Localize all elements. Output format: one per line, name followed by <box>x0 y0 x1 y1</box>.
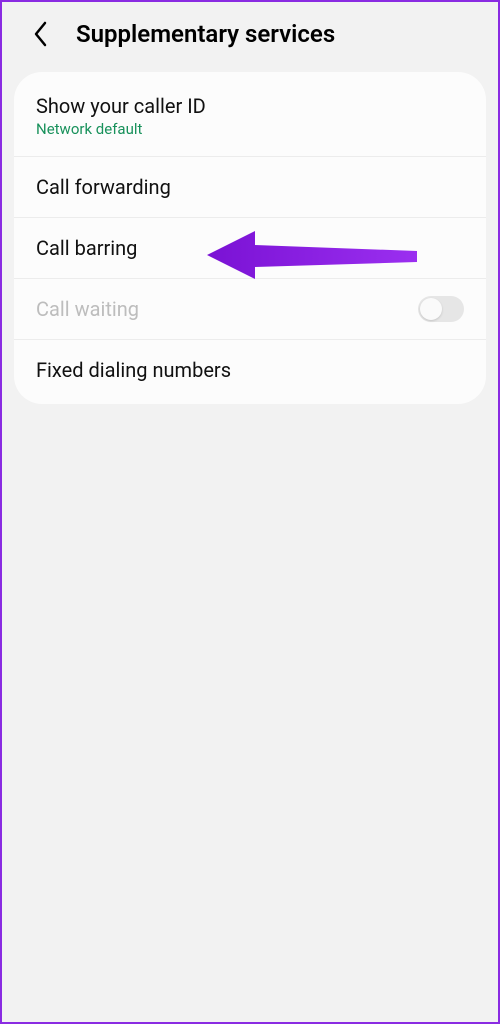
row-title: Call barring <box>36 236 464 260</box>
back-icon[interactable] <box>30 23 52 45</box>
row-call-forwarding[interactable]: Call forwarding <box>14 157 486 218</box>
row-fixed-dialing[interactable]: Fixed dialing numbers <box>14 340 486 400</box>
row-title: Call waiting <box>36 297 464 321</box>
toggle-knob <box>420 298 442 320</box>
row-call-barring[interactable]: Call barring <box>14 218 486 279</box>
row-call-waiting[interactable]: Call waiting <box>14 279 486 340</box>
header: Supplementary services <box>2 2 498 66</box>
row-subtitle: Network default <box>36 120 464 138</box>
row-caller-id[interactable]: Show your caller ID Network default <box>14 76 486 157</box>
row-title: Fixed dialing numbers <box>36 358 464 382</box>
page-title: Supplementary services <box>76 20 335 48</box>
call-waiting-toggle[interactable] <box>418 296 464 322</box>
row-title: Show your caller ID <box>36 94 464 118</box>
settings-card: Show your caller ID Network default Call… <box>14 72 486 404</box>
row-title: Call forwarding <box>36 175 464 199</box>
